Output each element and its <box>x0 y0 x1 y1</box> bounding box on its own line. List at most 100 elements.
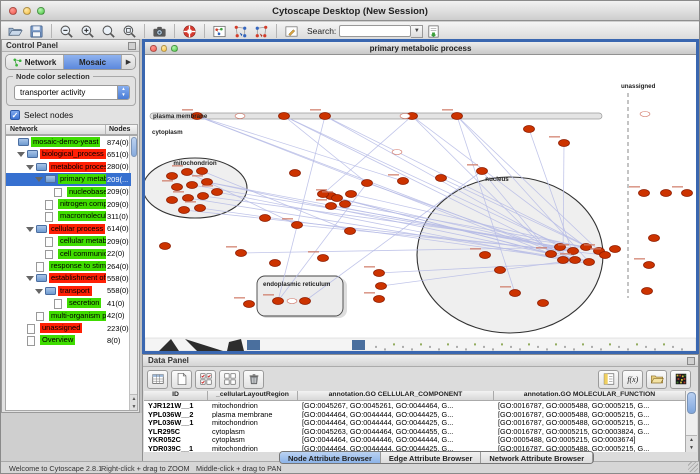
tree-row-cellular-metabo[interactable]: cellular metabo209(0) <box>6 235 131 247</box>
network-node[interactable] <box>376 283 387 290</box>
tab-node-attribute-browser[interactable]: Node Attribute Browser <box>280 452 381 463</box>
cell[interactable]: [GO:0045267, GO:0045261, GO:0044464, G..… <box>298 401 494 410</box>
network-node[interactable] <box>179 207 190 214</box>
float-panel-icon[interactable] <box>128 42 136 50</box>
tab-mosaic[interactable]: Mosaic <box>64 55 122 69</box>
cell[interactable]: mitochondrion <box>208 401 298 410</box>
network-node[interactable] <box>195 205 206 212</box>
network-node[interactable] <box>398 178 409 185</box>
node-color-dropdown[interactable]: transporter activity ▲▼ <box>14 85 130 100</box>
tree-row-overview[interactable]: Overview8(0) <box>6 334 131 346</box>
network-node[interactable] <box>346 191 357 198</box>
zoom-selected-button[interactable] <box>99 23 118 40</box>
cell[interactable]: YPL036W__2 <box>144 410 208 419</box>
new-attribute-button[interactable] <box>171 370 192 389</box>
network-node[interactable] <box>649 235 660 242</box>
tree-row-biological-process[interactable]: biological_process651(0) <box>6 148 131 160</box>
network-node[interactable] <box>480 252 491 259</box>
network-node[interactable] <box>682 190 693 197</box>
network-node[interactable] <box>183 195 194 202</box>
network-node[interactable] <box>584 259 595 266</box>
unselect-attributes-button[interactable] <box>219 370 240 389</box>
cell[interactable]: [GO:0005488, GO:0005215, GO:0003674] <box>494 435 686 444</box>
import-attributes-button[interactable] <box>424 23 443 40</box>
network-node[interactable] <box>362 180 373 187</box>
network-node[interactable] <box>244 301 255 308</box>
table-row-ykr052c[interactable]: YKR052Ccytoplasm[GO:0044464, GO:0044446,… <box>144 435 686 444</box>
tree-row-cellular-process[interactable]: cellular process614(0) <box>6 223 131 235</box>
import-attribute-file-button[interactable] <box>646 370 667 389</box>
select-nodes-checkbox[interactable]: ✓ <box>10 110 20 120</box>
attribute-report-button[interactable] <box>598 370 619 389</box>
open-button[interactable] <box>6 23 25 40</box>
select-attributes-button[interactable] <box>195 370 216 389</box>
column-header-cellularlayoutregion[interactable]: _cellularLayoutRegion <box>208 391 298 401</box>
network-node[interactable] <box>436 175 447 182</box>
network-node[interactable] <box>292 222 303 229</box>
cell[interactable]: mitochondrion <box>208 418 298 427</box>
disclosure-triangle-icon[interactable] <box>26 165 34 170</box>
tree-row-multi-organism-pro[interactable]: multi-organism pro42(0) <box>6 310 131 322</box>
network-node[interactable] <box>661 190 672 197</box>
tree-row-cell-communicat[interactable]: cell communicat22(0) <box>6 248 131 260</box>
disclosure-triangle-icon[interactable] <box>35 177 43 182</box>
tree-row-establishment-of-lo[interactable]: establishment of lo558(0) <box>6 272 131 284</box>
column-header-annotation-go-cellular-component[interactable]: annotation.GO CELLULAR_COMPONENT <box>298 391 494 401</box>
network-node[interactable] <box>570 257 581 264</box>
data-panel-float-icon[interactable] <box>687 357 695 365</box>
cell[interactable]: [GO:0044464, GO:0044444, GO:0044425, G..… <box>298 418 494 427</box>
tab-network-attribute-browser[interactable]: Network Attribute Browser <box>481 452 593 463</box>
network-node[interactable] <box>326 203 337 210</box>
network-node[interactable] <box>320 113 331 120</box>
cell[interactable]: [GO:0045263, GO:0044464, GO:0044455, G..… <box>298 427 494 436</box>
search-input[interactable] <box>339 25 411 37</box>
network-node[interactable] <box>197 168 208 175</box>
network-node[interactable] <box>495 267 506 274</box>
apply-layout-1-button[interactable] <box>231 23 250 40</box>
annotation-button[interactable] <box>282 23 301 40</box>
column-header-annotation-go-molecular-function[interactable]: annotation.GO MOLECULAR_FUNCTION <box>494 391 686 401</box>
network-node[interactable] <box>273 298 284 305</box>
cell[interactable]: [GO:0044464, GO:0044446, GO:0044444, G..… <box>298 435 494 444</box>
cell[interactable]: [GO:0016787, GO:0005215, GO:0003824, G..… <box>494 427 686 436</box>
table-row-ypl036w-1[interactable]: YPL036W__1mitochondrion[GO:0044464, GO:0… <box>144 418 686 427</box>
network-node[interactable] <box>340 201 351 208</box>
tree-row-primary-metabo[interactable]: primary metabo209(... <box>6 173 131 185</box>
snapshot-button[interactable] <box>150 23 169 40</box>
zoom-in-button[interactable] <box>78 23 97 40</box>
network-node[interactable] <box>172 184 183 191</box>
cell[interactable]: YDR039C__1 <box>144 444 208 453</box>
network-node[interactable] <box>212 189 223 196</box>
cell[interactable]: cytoplasm <box>208 435 298 444</box>
tree-row-macromolecule[interactable]: macromolecule311(0) <box>6 210 131 222</box>
network-node[interactable] <box>546 251 557 258</box>
network-node[interactable] <box>559 140 570 147</box>
disclosure-triangle-icon[interactable] <box>26 276 34 281</box>
network-view-titlebar[interactable]: primary metabolic process <box>145 42 696 55</box>
cell[interactable]: [GO:0016787, GO:0005488, GO:0005215, G..… <box>494 418 686 427</box>
disclosure-triangle-icon[interactable] <box>26 227 34 232</box>
tree-row-mosaic-demo-yeast[interactable]: mosaic-demo-yeast874(0) <box>6 136 131 148</box>
network-node[interactable] <box>345 228 356 235</box>
tree-row-metabolic-process[interactable]: metabolic process280(0) <box>6 161 131 173</box>
network-node[interactable] <box>202 179 213 186</box>
network-node[interactable] <box>270 260 281 267</box>
search-dropdown-button[interactable]: ▼ <box>411 25 423 38</box>
network-node[interactable] <box>477 168 488 175</box>
network-node[interactable] <box>374 296 385 303</box>
tree-row-response-to-stimul[interactable]: response to stimul264(0) <box>6 260 131 272</box>
data-panel-scrollbar-arrows[interactable]: ▲▼ <box>686 435 697 452</box>
cell[interactable]: [GO:0016787, GO:0005488, GO:0005215, G..… <box>494 410 686 419</box>
network-node[interactable] <box>279 113 290 120</box>
tree-row-transport[interactable]: transport558(0) <box>6 285 131 297</box>
attribute-table-button[interactable] <box>147 370 168 389</box>
network-node[interactable] <box>600 252 611 259</box>
network-node[interactable] <box>524 126 535 133</box>
tree-row-unassigned[interactable]: unassigned223(0) <box>6 322 131 334</box>
cell[interactable]: YJR121W__1 <box>144 401 208 410</box>
network-node[interactable] <box>558 257 569 264</box>
network-node[interactable] <box>167 197 178 204</box>
network-node[interactable] <box>167 173 178 180</box>
column-header-id[interactable]: ID <box>144 391 208 401</box>
network-node[interactable] <box>160 243 171 250</box>
